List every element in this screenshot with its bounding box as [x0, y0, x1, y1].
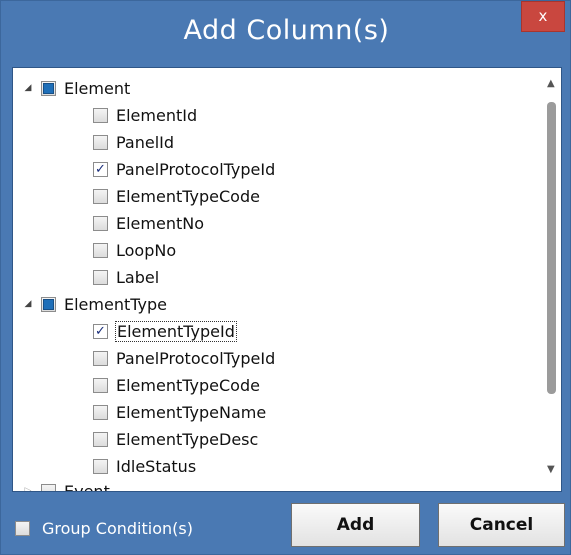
tree-item-label: ElementTypeName	[116, 402, 267, 422]
expanded-arrow-icon[interactable]: ◢	[21, 299, 35, 309]
group-condition-checkbox[interactable]	[15, 521, 30, 536]
tree-group-label: Event	[64, 481, 110, 492]
tree-item-label: ElementTypeId	[115, 320, 237, 342]
scroll-thumb[interactable]	[547, 102, 556, 394]
tree-item-checkbox[interactable]	[93, 377, 108, 393]
tree-item[interactable]: LoopNo	[93, 237, 176, 263]
add-button[interactable]: Add	[291, 503, 420, 547]
tree-item[interactable]: PanelProtocolTypeId	[93, 156, 275, 182]
column-tree: ◢ Element ElementId PanelId PanelProtoco…	[12, 67, 562, 492]
scroll-up-arrow-icon[interactable]: ▲	[547, 78, 555, 89]
tree-group-label: Element	[64, 78, 131, 98]
vertical-scrollbar[interactable]: ▲ ▼	[543, 68, 561, 491]
tree-item[interactable]: ElementTypeName	[93, 399, 266, 425]
cancel-button[interactable]: Cancel	[438, 503, 565, 547]
tree-item-checkbox[interactable]	[93, 323, 108, 339]
tree-item-checkbox[interactable]	[93, 269, 108, 285]
tree-item-checkbox[interactable]	[93, 431, 108, 447]
tree-item-label: LoopNo	[116, 240, 177, 260]
tree-item-label: ElementNo	[116, 213, 204, 233]
tree-item-checkbox[interactable]	[93, 458, 108, 474]
tree-group-elementtype[interactable]: ◢ ElementType	[21, 291, 167, 317]
tree-item-checkbox[interactable]	[93, 188, 108, 204]
tree-item-checkbox[interactable]	[93, 107, 108, 123]
tree-item[interactable]: ElementId	[93, 102, 197, 128]
tree-item-label: PanelProtocolTypeId	[116, 159, 276, 179]
tree-item[interactable]: ElementTypeCode	[93, 183, 260, 209]
tree-item[interactable]: PanelProtocolTypeId	[93, 345, 275, 371]
tree-item-label: PanelId	[116, 132, 175, 152]
tree-item-label: ElementTypeCode	[116, 375, 260, 395]
tree-group-checkbox[interactable]	[41, 80, 56, 96]
tree-group-element[interactable]: ◢ Element	[21, 75, 131, 101]
dialog-title: Add Column(s)	[183, 15, 390, 46]
tree-group-label: ElementType	[64, 294, 167, 314]
tree-item[interactable]: PanelId	[93, 129, 174, 155]
scroll-down-arrow-icon[interactable]: ▼	[547, 464, 555, 475]
tree-item-label: ElementTypeCode	[116, 186, 260, 206]
tree-item-checkbox[interactable]	[93, 215, 108, 231]
tree-item-checkbox[interactable]	[93, 404, 108, 420]
tree-item-label: IdleStatus	[116, 456, 197, 476]
group-condition-option[interactable]: Group Condition(s)	[15, 519, 193, 538]
tree-item[interactable]: ElementTypeDesc	[93, 426, 258, 452]
tree-item-label: PanelProtocolTypeId	[116, 348, 276, 368]
tree-item-label: Label	[116, 267, 160, 287]
tree-group-checkbox[interactable]	[41, 296, 56, 312]
tree-item-checkbox[interactable]	[93, 350, 108, 366]
tree-item-checkbox[interactable]	[93, 161, 108, 177]
group-condition-label: Group Condition(s)	[42, 519, 193, 538]
close-button[interactable]: x	[521, 1, 565, 32]
collapsed-arrow-icon[interactable]: ▷	[21, 486, 35, 491]
tree-group-event[interactable]: ▷ Event	[21, 478, 110, 492]
tree-item[interactable]: Label	[93, 264, 159, 290]
tree-item-checkbox[interactable]	[93, 134, 108, 150]
tree-item-label: ElementId	[116, 105, 198, 125]
tree-item[interactable]: ElementTypeId	[93, 318, 237, 344]
tree-item-checkbox[interactable]	[93, 242, 108, 258]
tree-group-checkbox[interactable]	[41, 483, 56, 491]
tree-item[interactable]: ElementTypeCode	[93, 372, 260, 398]
tree-item[interactable]: IdleStatus	[93, 453, 196, 479]
expanded-arrow-icon[interactable]: ◢	[21, 83, 35, 93]
add-columns-dialog: Add Column(s) x ◢ Element ElementId Pane…	[0, 0, 571, 555]
tree-item-label: ElementTypeDesc	[116, 429, 259, 449]
tree-item[interactable]: ElementNo	[93, 210, 204, 236]
